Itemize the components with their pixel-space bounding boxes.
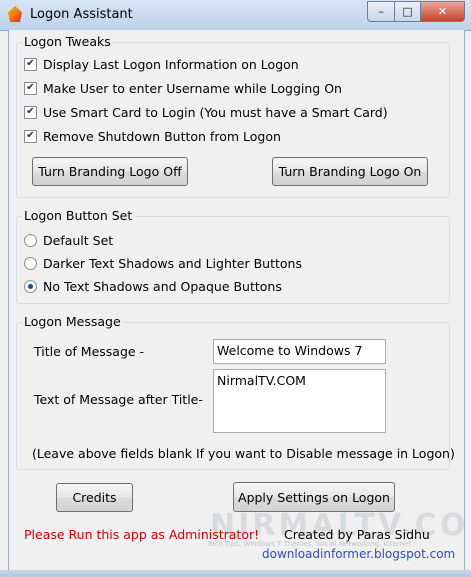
radio-darker-shadows[interactable]: Darker Text Shadows and Lighter Buttons [24,254,302,272]
logon-message-legend: Logon Message [22,314,123,329]
radio-label: Default Set [43,232,114,248]
minimize-icon: – [378,5,384,18]
logon-button-set-legend: Logon Button Set [22,208,135,223]
checkbox-label: Make User to enter Username while Loggin… [43,80,342,96]
radio-default-set[interactable]: Default Set [24,231,113,249]
radio-label: No Text Shadows and Opaque Buttons [43,278,282,294]
maximize-button[interactable]: □ [395,1,421,22]
app-icon [8,6,22,22]
window-title: Logon Assistant [30,7,133,22]
close-icon: ✕ [437,5,448,18]
logon-tweaks-legend: Logon Tweaks [22,34,113,49]
checkbox-label: Use Smart Card to Login (You must have a… [43,104,388,120]
checkbox-smart-card[interactable]: ✔ Use Smart Card to Login (You must have… [24,103,388,121]
radio-no-shadows[interactable]: No Text Shadows and Opaque Buttons [24,277,282,295]
message-text-area[interactable]: NirmalTV.COM [213,369,386,433]
radio-icon[interactable] [24,233,37,247]
admin-warning: Please Run this app as Administrator! [24,527,260,542]
maximize-icon: □ [402,5,413,18]
checkbox-icon[interactable]: ✔ [24,105,37,119]
close-button[interactable]: ✕ [421,1,465,22]
branding-logo-on-button[interactable]: Turn Branding Logo On [272,157,428,186]
message-note: (Leave above fields blank If you want to… [32,446,455,461]
window-bottom-frame [0,570,471,577]
minimize-button[interactable]: – [367,1,395,22]
checkbox-icon[interactable]: ✔ [24,129,37,143]
radio-selected-icon[interactable] [24,279,37,293]
branding-logo-off-button[interactable]: Turn Branding Logo Off [32,157,188,186]
checkbox-display-last-logon[interactable]: ✔ Display Last Logon Information on Logo… [24,55,299,73]
text-of-message-label: Text of Message after Title- [34,392,203,407]
radio-label: Darker Text Shadows and Lighter Buttons [43,255,302,271]
checkbox-label: Display Last Logon Information on Logon [43,56,299,72]
title-bar: Logon Assistant – □ ✕ [0,0,471,31]
site-link[interactable]: downloadinformer.blogspot.com [262,547,455,561]
checkbox-label: Remove Shutdown Button from Logon [43,128,281,144]
radio-icon[interactable] [24,256,37,270]
credits-button[interactable]: Credits [56,483,133,512]
checkbox-icon[interactable]: ✔ [24,57,37,71]
author-credit: Created by Paras Sidhu [284,527,430,542]
checkbox-remove-shutdown[interactable]: ✔ Remove Shutdown Button from Logon [24,127,281,145]
caption-buttons: – □ ✕ [367,1,465,22]
checkbox-enter-username[interactable]: ✔ Make User to enter Username while Logg… [24,79,342,97]
message-title-input[interactable]: Welcome to Windows 7 [213,339,386,364]
title-of-message-label: Title of Message - [34,344,145,359]
checkbox-icon[interactable]: ✔ [24,81,37,95]
